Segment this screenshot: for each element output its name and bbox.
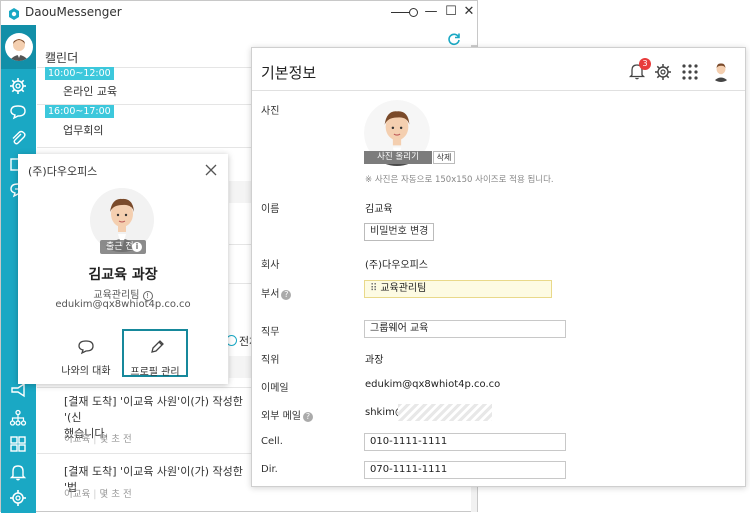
name-value: 김교육 [365,204,393,215]
refresh-icon[interactable] [447,31,461,46]
avatar[interactable] [710,60,732,82]
event-title[interactable]: 온라인 교육 [63,83,117,99]
page-title: 기본정보 [261,64,317,82]
apps-icon[interactable] [681,63,699,81]
notification-count-badge: 3 [639,58,651,70]
notification-meta: 이교육 | 몇 초 전 [64,434,132,445]
ext-mail-label: 외부 메일? [261,407,313,422]
chat-bubble-icon[interactable] [9,103,27,121]
cell-field[interactable]: 010-1111-1111 [364,433,566,451]
sidebar-profile[interactable] [1,25,36,69]
app-title: DaouMessenger [25,5,122,19]
position-value: 과장 [365,355,384,366]
profile-manage-label: 프로필 관리 [130,367,180,378]
event-title[interactable]: 업무회의 [63,122,103,138]
delete-photo-button[interactable]: 삭제 [433,151,455,164]
chat-bubble-icon [77,338,95,360]
dept-field[interactable]: ⠿ 교육관리팀 [364,280,552,298]
grid-icon[interactable] [9,435,27,453]
redacted-area [398,404,492,421]
gear-icon[interactable] [9,77,27,95]
dir-field[interactable]: 070-1111-1111 [364,461,566,479]
event-time-badge: 16:00~17:00 [45,105,114,118]
drag-handle-icon: ⠿ [370,283,378,294]
name-label: 이름 [261,204,280,215]
photo-label: 사진 [261,106,280,117]
duty-label: 직무 [261,327,280,338]
pencil-icon [148,338,166,360]
maximize-button[interactable]: ☐ [443,4,459,20]
org-chart-icon[interactable] [9,409,27,427]
help-icon[interactable]: ? [302,412,313,422]
title-bar: DaouMessenger — ☐ ✕ [1,1,477,25]
company-value: (주)다우오피스 [365,260,429,271]
email-label: 이메일 [261,383,289,394]
profile-card: (주)다우오피스 출근 전i 김교육 과장 교육관리팀 ! edukim@qx8… [18,154,228,384]
notification-meta: 이교육 | 몇 초 전 [64,489,132,500]
close-icon[interactable] [204,162,218,176]
dir-label: Dir. [261,464,278,475]
cell-label: Cell. [261,436,283,447]
profile-email: edukim@qx8whiot4p.co.co [55,299,191,310]
company-label: 회사 [261,260,280,271]
calendar-title: 캘린더 [45,51,79,65]
profile-manage-button[interactable]: 프로필 관리 [122,329,188,378]
event-time-badge: 10:00~12:00 [45,67,114,80]
bell-icon[interactable] [9,463,27,481]
avatar[interactable] [5,33,33,61]
photo-note: ※ 사진은 자동으로 150x150 사이즈로 적용 됩니다. [365,175,554,185]
minimize-button[interactable]: — [423,4,439,20]
app-logo-icon [7,6,21,20]
help-icon[interactable]: ? [281,290,292,300]
change-password-button[interactable]: 비밀번호 변경 [364,223,435,241]
settings-icon[interactable] [9,489,27,507]
gear-icon[interactable] [654,63,672,81]
profile-name: 김교육 과장 [88,267,158,283]
card-company: (주)다우오피스 [28,165,98,178]
email-value: edukim@qx8whiot4p.co.co [365,379,501,390]
opacity-slider[interactable] [391,7,419,19]
close-button[interactable]: ✕ [461,4,477,20]
status-badge: 출근 전i [100,240,146,254]
basic-info-panel: 기본정보 3 사진 사진 올리기 삭제 ※ 사진은 자동으로 150x150 사… [251,47,746,487]
duty-field[interactable]: 그룹웨어 교육 [364,320,566,338]
upload-photo-button[interactable]: 사진 올리기 [364,151,432,164]
dept-label: 부서? [261,285,292,300]
position-label: 직위 [261,355,280,366]
divider [252,90,745,91]
self-chat-button[interactable]: 나와의 대화 [54,330,118,377]
paperclip-icon[interactable] [9,129,27,147]
self-chat-label: 나와의 대화 [61,366,111,377]
